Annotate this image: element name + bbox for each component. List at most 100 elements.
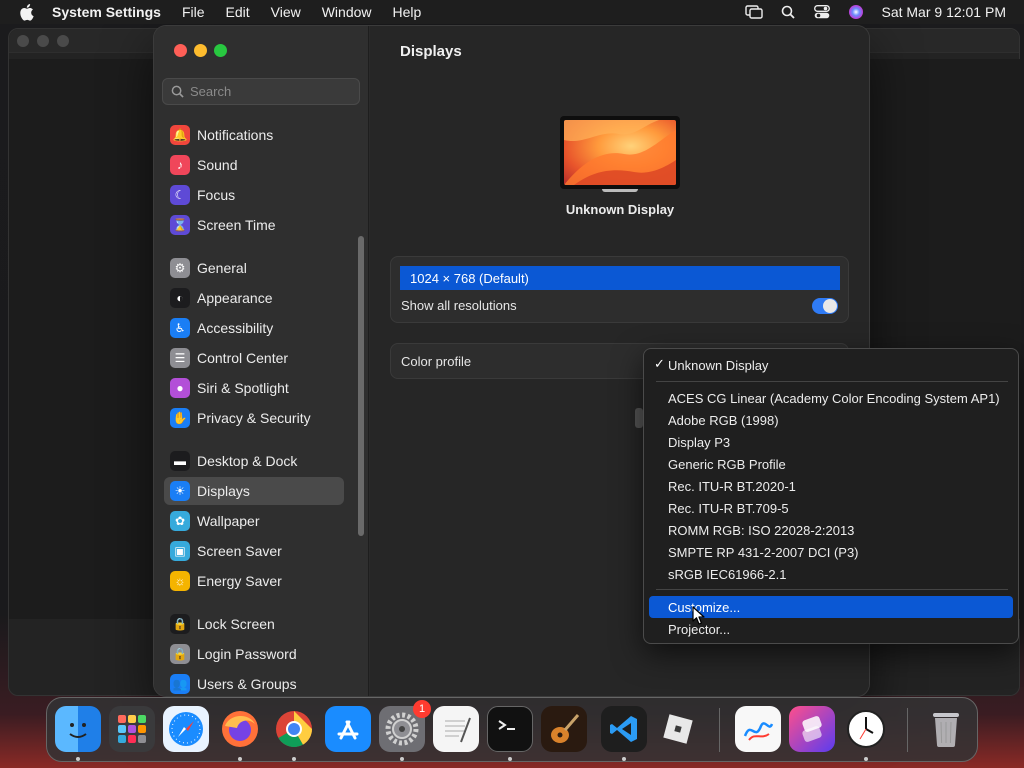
- sidebar-item-users-groups[interactable]: 👥 Users & Groups: [164, 670, 344, 696]
- sidebar-item-label: Appearance: [197, 290, 273, 306]
- display-thumbnail[interactable]: [560, 116, 680, 192]
- sidebar-item-label: Energy Saver: [197, 573, 282, 589]
- sidebar-item-lock-screen[interactable]: 🔒 Lock Screen: [164, 610, 344, 638]
- users-icon: 👥: [170, 674, 190, 694]
- show-all-resolutions-toggle[interactable]: [812, 298, 838, 314]
- screen-mirroring-icon[interactable]: [745, 3, 764, 21]
- menu-file[interactable]: File: [182, 4, 205, 20]
- dock-finder[interactable]: [55, 706, 101, 752]
- dock-textedit[interactable]: [433, 706, 479, 752]
- sidebar-item-control-center[interactable]: ☰ Control Center: [164, 344, 344, 372]
- page-title: Displays: [400, 43, 462, 60]
- accessibility-icon: ♿: [170, 318, 190, 338]
- sidebar-item-wallpaper[interactable]: ✿ Wallpaper: [164, 507, 344, 535]
- dock-app-store[interactable]: [325, 706, 371, 752]
- menu-item-color-profile[interactable]: Adobe RGB (1998): [649, 409, 1013, 431]
- sidebar-item-focus[interactable]: ☾ Focus: [164, 181, 344, 209]
- sidebar-item-general[interactable]: ⚙ General: [164, 254, 344, 282]
- dock-roblox[interactable]: [655, 706, 701, 752]
- search-field[interactable]: [162, 78, 360, 105]
- mouse-cursor: [692, 606, 705, 625]
- dock-freeform[interactable]: [735, 706, 781, 752]
- menu-item-unknown-display[interactable]: ✓ Unknown Display: [649, 354, 1013, 376]
- clock-icon: [847, 710, 885, 748]
- sidebar-item-screen-time[interactable]: ⌛ Screen Time: [164, 211, 344, 239]
- menu-window[interactable]: Window: [322, 4, 372, 20]
- vscode-icon: [610, 716, 637, 742]
- sidebar-scrollbar[interactable]: [358, 236, 364, 536]
- notification-badge: 1: [413, 700, 431, 718]
- sidebar-item-label: Siri & Spotlight: [197, 380, 289, 396]
- dock-vscode[interactable]: [601, 706, 647, 752]
- search-input[interactable]: [190, 84, 350, 99]
- menu-item-color-profile[interactable]: Display P3: [649, 431, 1013, 453]
- color-profile-menu: ✓ Unknown Display ACES CG Linear (Academ…: [643, 348, 1019, 644]
- sidebar-item-siri-spotlight[interactable]: ● Siri & Spotlight: [164, 374, 344, 402]
- dock-system-settings[interactable]: 1: [379, 700, 431, 752]
- background-minimize-button[interactable]: [37, 35, 49, 47]
- sidebar-item-label: Screen Time: [197, 217, 276, 233]
- dock-safari[interactable]: [163, 706, 209, 752]
- background-zoom-button[interactable]: [57, 35, 69, 47]
- dock-shortcuts[interactable]: [789, 706, 835, 752]
- menu-app-name[interactable]: System Settings: [52, 4, 161, 20]
- sidebar-item-energy-saver[interactable]: ☼ Energy Saver: [164, 567, 344, 595]
- lock-icon: 🔒: [170, 614, 190, 634]
- siri-icon[interactable]: [847, 3, 865, 21]
- sidebar-item-label: Notifications: [197, 127, 274, 143]
- control-center-icon: ☰: [170, 348, 190, 368]
- dock: 1: [46, 697, 978, 762]
- textedit-icon: [445, 717, 471, 743]
- shortcuts-icon: [802, 716, 822, 742]
- menu-help[interactable]: Help: [393, 4, 422, 20]
- sidebar-item-screen-saver[interactable]: ▣ Screen Saver: [164, 537, 344, 565]
- menu-item-color-profile[interactable]: Rec. ITU-R BT.709-5: [649, 497, 1013, 519]
- menu-item-color-profile[interactable]: ROMM RGB: ISO 22028-2:2013: [649, 519, 1013, 541]
- dock-chrome[interactable]: [271, 706, 317, 752]
- control-center-icon[interactable]: [813, 3, 831, 21]
- menu-separator: [656, 381, 1008, 382]
- wallpaper-preview: [564, 120, 676, 185]
- dock-separator: [719, 708, 720, 752]
- dock-firefox[interactable]: [217, 706, 263, 752]
- apple-icon[interactable]: [18, 3, 34, 21]
- sidebar-item-displays[interactable]: ☀ Displays: [164, 477, 344, 505]
- menu-item-color-profile[interactable]: Generic RGB Profile: [649, 453, 1013, 475]
- flower-icon: ✿: [170, 511, 190, 531]
- menu-view[interactable]: View: [271, 4, 301, 20]
- dock-running-indicator: [622, 757, 626, 761]
- sidebar-item-privacy-security[interactable]: ✋ Privacy & Security: [164, 404, 344, 432]
- menu-item-color-profile[interactable]: Rec. ITU-R BT.2020-1: [649, 475, 1013, 497]
- sidebar-item-sound[interactable]: ♪ Sound: [164, 151, 344, 179]
- dock-clock[interactable]: [843, 706, 889, 752]
- menu-clock[interactable]: Sat Mar 9 12:01 PM: [881, 4, 1006, 20]
- dock-garageband[interactable]: [541, 706, 587, 752]
- sidebar-item-desktop-dock[interactable]: ▬ Desktop & Dock: [164, 447, 344, 475]
- dock-launchpad[interactable]: [109, 706, 155, 752]
- control-stub: [635, 408, 643, 428]
- bulb-icon: ☼: [170, 571, 190, 591]
- sidebar-item-accessibility[interactable]: ♿ Accessibility: [164, 314, 344, 342]
- show-all-resolutions-label: Show all resolutions: [401, 298, 517, 313]
- menu-item-color-profile[interactable]: SMPTE RP 431-2-2007 DCI (P3): [649, 541, 1013, 563]
- dock-running-indicator: [238, 757, 242, 761]
- freeform-icon: [743, 722, 774, 741]
- dock-trash[interactable]: [923, 706, 969, 752]
- spotlight-search-icon[interactable]: [779, 3, 797, 21]
- sidebar-item-login-password[interactable]: 🔒 Login Password: [164, 640, 344, 668]
- close-button[interactable]: [174, 44, 187, 57]
- launchpad-icon: [118, 715, 146, 743]
- sidebar-item-notifications[interactable]: 🔔 Notifications: [164, 121, 344, 149]
- sidebar-item-appearance[interactable]: ◐ Appearance: [164, 284, 344, 312]
- speaker-icon: ♪: [170, 155, 190, 175]
- menu-bar: System Settings File Edit View Window He…: [0, 0, 1024, 24]
- background-close-button[interactable]: [17, 35, 29, 47]
- menu-edit[interactable]: Edit: [226, 4, 250, 20]
- resolution-option-selected[interactable]: 1024 × 768 (Default): [400, 266, 840, 290]
- menu-item-color-profile[interactable]: sRGB IEC61966-2.1: [649, 563, 1013, 585]
- zoom-button[interactable]: [214, 44, 227, 57]
- menu-item-color-profile[interactable]: ACES CG Linear (Academy Color Encoding S…: [649, 387, 1013, 409]
- minimize-button[interactable]: [194, 44, 207, 57]
- dock-terminal[interactable]: [487, 706, 533, 752]
- checkmark-icon: ✓: [654, 356, 665, 371]
